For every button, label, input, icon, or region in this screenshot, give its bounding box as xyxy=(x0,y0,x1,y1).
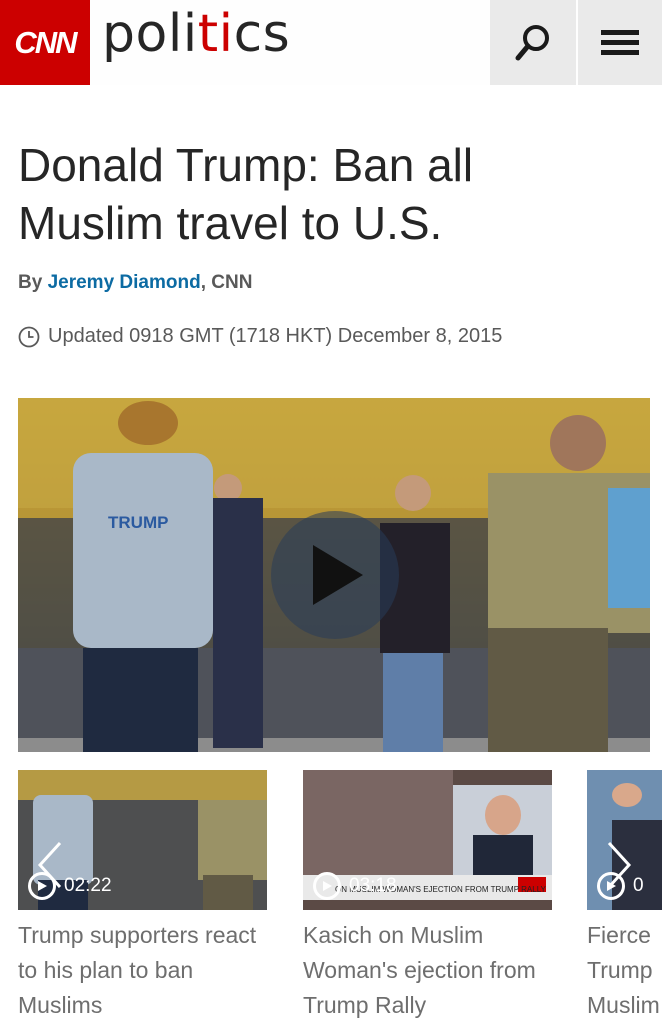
byline-prefix: By xyxy=(18,272,48,293)
duration-text: 03:18 xyxy=(349,875,397,896)
timestamp: Updated 0918 GMT (1718 HKT) December 8, … xyxy=(18,325,502,348)
byline-outlet: , CNN xyxy=(200,272,253,293)
related-video-caption[interactable]: Fierce Trump Muslim xyxy=(587,918,662,1024)
section-title-accent: ti xyxy=(197,4,234,64)
author-link[interactable]: Jeremy Diamond xyxy=(48,272,201,293)
article-headline: Donald Trump: Ban all Muslim travel to U… xyxy=(18,139,474,249)
chevron-left-icon[interactable] xyxy=(36,840,64,890)
section-title[interactable]: politics xyxy=(102,4,290,64)
play-button[interactable] xyxy=(271,511,399,639)
play-icon xyxy=(313,872,341,900)
related-video-thumb[interactable]: ON MUSLIM WOMAN'S EJECTION FROM TRUMP RA… xyxy=(303,770,552,910)
search-button[interactable] xyxy=(490,0,576,85)
related-video-caption[interactable]: Trump supporters react to his plan to ba… xyxy=(18,918,280,1023)
search-icon xyxy=(515,24,549,60)
play-icon xyxy=(313,545,363,605)
related-video-caption[interactable]: Kasich on Muslim Woman's ejection from T… xyxy=(303,918,565,1023)
duration-text: 0 xyxy=(633,875,644,896)
byline: By Jeremy Diamond, CNN xyxy=(18,272,252,294)
section-title-part: poli xyxy=(102,4,198,64)
video-duration: 03:18 xyxy=(313,872,397,900)
main-video-player[interactable]: TRUMP xyxy=(18,398,650,752)
section-title-part: cs xyxy=(233,4,291,64)
menu-button[interactable] xyxy=(578,0,662,85)
updated-text: Updated 0918 GMT (1718 HKT) December 8, … xyxy=(48,325,503,347)
site-header: CNN politics xyxy=(0,0,662,85)
duration-text: 02:22 xyxy=(64,875,112,896)
menu-icon xyxy=(601,25,639,60)
chevron-right-icon[interactable] xyxy=(605,840,633,890)
shirt-text: TRUMP xyxy=(108,513,168,532)
cnn-logo[interactable]: CNN xyxy=(0,0,90,85)
cnn-logo-text: CNN xyxy=(14,24,77,60)
clock-icon xyxy=(18,326,40,347)
